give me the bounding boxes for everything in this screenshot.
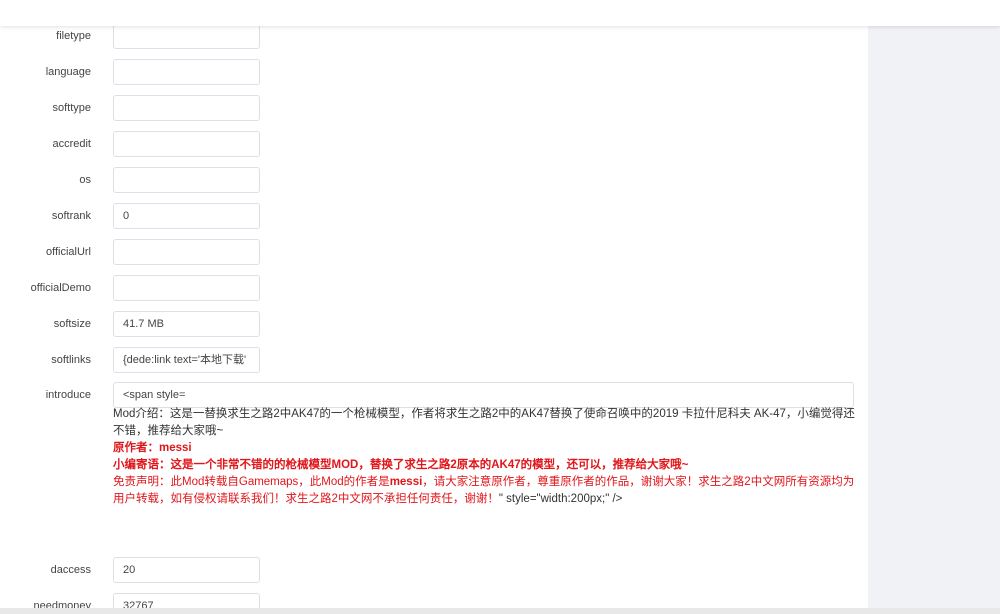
page-background [868, 26, 1000, 614]
field-row-filetype: filetype [0, 23, 868, 49]
field-label: officialDemo [30, 282, 91, 294]
field-label: softsize [53, 318, 91, 330]
field-row-softrank: softrank 0 [0, 203, 868, 229]
softtype-input[interactable] [113, 95, 260, 121]
horizontal-scrollbar[interactable] [0, 608, 1000, 614]
original-author: 原作者：messi [113, 442, 192, 454]
field-row-introduce: introduce <span style= [0, 382, 868, 408]
field-row-officialurl: officialUrl [0, 239, 868, 265]
filetype-input[interactable] [113, 23, 260, 49]
softsize-input[interactable]: 41.7 MB [113, 311, 260, 337]
field-label: filetype [56, 30, 91, 42]
field-label: softtype [52, 102, 91, 114]
field-row-officialdemo: officialDemo [0, 275, 868, 301]
field-row-softsize: softsize 41.7 MB [0, 311, 868, 337]
field-label: officialUrl [45, 246, 91, 258]
field-row-os: os [0, 167, 868, 193]
accredit-input[interactable] [113, 131, 260, 157]
field-label: introduce [45, 389, 91, 401]
field-label: accredit [52, 138, 91, 150]
language-input[interactable] [113, 59, 260, 85]
field-label: language [45, 66, 91, 78]
editor-note: 小编寄语：这是一个非常不错的的枪械模型MOD，替换了求生之路2原本的AK47的模… [113, 459, 689, 471]
daccess-input[interactable]: 20 [113, 557, 260, 583]
mod-description: Mod介绍：这是一替换求生之路2中AK47的一个枪械模型，作者将求生之路2中的A… [113, 408, 855, 437]
disclaimer: 免责声明：此Mod转载自Gamemaps，此Mod的作者是messi，请大家注意… [113, 474, 858, 508]
top-bar [0, 0, 1000, 26]
field-label: os [79, 174, 91, 186]
field-label: softlinks [51, 354, 91, 366]
field-row-softlinks: softlinks {dede:link text='本地下载' [0, 347, 868, 373]
softrank-input[interactable]: 0 [113, 203, 260, 229]
markup-tail: " style="width:200px;" /> [498, 493, 623, 505]
os-input[interactable] [113, 167, 260, 193]
disclaimer-text: 免责声明：此Mod转载自Gamemaps，此Mod的作者是 [113, 476, 390, 488]
field-row-softtype: softtype [0, 95, 868, 121]
introduce-input[interactable]: <span style= [113, 382, 854, 408]
field-row-daccess: daccess 20 [0, 557, 868, 583]
field-label: daccess [50, 564, 91, 576]
disclaimer-author: messi [389, 476, 423, 488]
introduce-preview: Mod介绍：这是一替换求生之路2中AK47的一个枪械模型，作者将求生之路2中的A… [113, 406, 858, 508]
field-label: softrank [51, 210, 91, 222]
field-row-accredit: accredit [0, 131, 868, 157]
form-panel: filetype language softtype accredit os s… [0, 0, 868, 614]
softlinks-input[interactable]: {dede:link text='本地下载' [113, 347, 260, 373]
officialurl-input[interactable] [113, 239, 260, 265]
field-row-language: language [0, 59, 868, 85]
officialdemo-input[interactable] [113, 275, 260, 301]
